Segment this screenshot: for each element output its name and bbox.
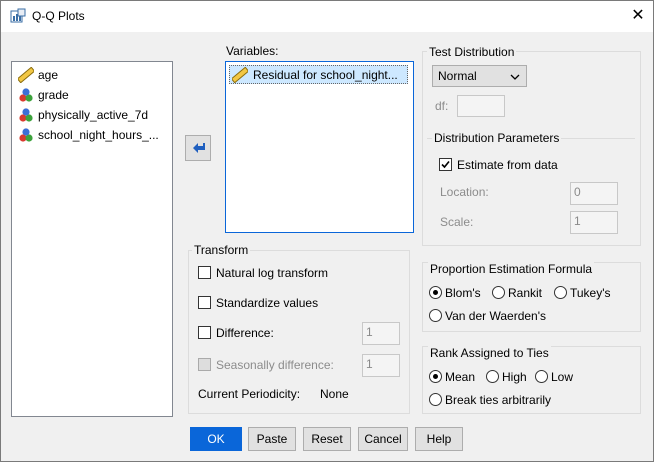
move-to-variables-button[interactable] [185, 135, 211, 161]
source-variable-list[interactable]: age grade physically_active_7d school_ni… [11, 61, 173, 417]
cancel-button[interactable]: Cancel [358, 427, 408, 451]
ruler-icon [18, 67, 34, 83]
high-label: High [502, 370, 527, 384]
window-title: Q-Q Plots [32, 9, 85, 23]
list-item-age[interactable]: age [18, 65, 58, 85]
rankit-radio[interactable] [492, 286, 505, 299]
ordinal-icon [19, 128, 33, 142]
location-label: Location: [440, 185, 489, 199]
reset-button[interactable]: Reset [303, 427, 351, 451]
list-item-school-night-hours[interactable]: school_night_hours_... [18, 125, 159, 145]
test-distribution-label: Test Distribution [427, 45, 517, 59]
mean-label: Mean [445, 370, 476, 384]
proportion-estimation-label: Proportion Estimation Formula [428, 262, 595, 276]
list-item-label: physically_active_7d [38, 108, 149, 122]
rankit-label: Rankit [508, 286, 543, 300]
tukey-label: Tukey's [570, 286, 611, 300]
van-der-waerden-radio[interactable] [429, 309, 442, 322]
close-button[interactable]: ✕ [629, 7, 647, 25]
location-input[interactable]: 0 [570, 182, 618, 205]
periodicity-label: Current Periodicity: [198, 387, 301, 401]
distribution-parameters-label: Distribution Parameters [432, 131, 562, 145]
seasonal-difference-input[interactable]: 1 [362, 354, 400, 377]
scale-label: Scale: [440, 215, 474, 229]
mean-radio[interactable] [429, 370, 442, 383]
standardize-checkbox[interactable] [198, 296, 211, 309]
title-bar: Q-Q Plots ✕ [1, 1, 653, 32]
variables-list-item[interactable]: Residual for school_night... [229, 65, 408, 84]
list-item-label: grade [38, 88, 69, 102]
variables-label: Variables: [226, 44, 279, 58]
spss-app-icon [10, 8, 26, 23]
natural-log-checkbox[interactable] [198, 266, 211, 279]
periodicity-value: None [320, 387, 349, 401]
difference-label: Difference: [216, 326, 274, 340]
rank-ties-label: Rank Assigned to Ties [428, 346, 551, 360]
ruler-icon [232, 66, 248, 83]
list-item-label: school_night_hours_... [38, 128, 159, 142]
qq-plots-dialog: Q-Q Plots ✕ age grade physically_active_… [0, 0, 654, 462]
help-button[interactable]: Help [415, 427, 463, 451]
standardize-label: Standardize values [216, 296, 319, 310]
distribution-select-value: Normal [438, 69, 477, 83]
ordinal-icon [19, 108, 33, 122]
break-ties-label: Break ties arbitrarily [445, 393, 552, 407]
natural-log-label: Natural log transform [216, 266, 329, 280]
variables-list[interactable]: Residual for school_night... [225, 61, 414, 233]
arrow-back-icon [193, 143, 205, 153]
scale-input[interactable]: 1 [570, 211, 618, 234]
distribution-select[interactable]: Normal [432, 65, 527, 87]
transform-label: Transform [192, 243, 251, 257]
df-input[interactable] [457, 95, 505, 117]
blom-label: Blom's [445, 286, 481, 300]
blom-radio[interactable] [429, 286, 442, 299]
low-radio[interactable] [535, 370, 548, 383]
chevron-down-icon [510, 74, 520, 80]
van-der-waerden-label: Van der Waerden's [445, 309, 547, 323]
tukey-radio[interactable] [554, 286, 567, 299]
list-item-physically-active-7d[interactable]: physically_active_7d [18, 105, 148, 125]
list-item-label: age [38, 68, 59, 82]
ordinal-icon [19, 88, 33, 102]
estimate-from-data-checkbox[interactable] [439, 158, 452, 171]
break-ties-radio[interactable] [429, 393, 442, 406]
ok-button[interactable]: OK [190, 427, 242, 451]
df-label: df: [435, 99, 449, 113]
variables-item-label: Residual for school_night... [253, 67, 398, 82]
high-radio[interactable] [486, 370, 499, 383]
estimate-from-data-label: Estimate from data [457, 158, 558, 172]
difference-input[interactable]: 1 [362, 322, 400, 345]
low-label: Low [551, 370, 574, 384]
list-item-grade[interactable]: grade [18, 85, 69, 105]
difference-checkbox[interactable] [198, 326, 211, 339]
seasonal-difference-checkbox[interactable] [198, 358, 211, 371]
checkmark-icon [441, 160, 450, 169]
seasonal-difference-label: Seasonally difference: [216, 358, 334, 372]
paste-button[interactable]: Paste [248, 427, 296, 451]
